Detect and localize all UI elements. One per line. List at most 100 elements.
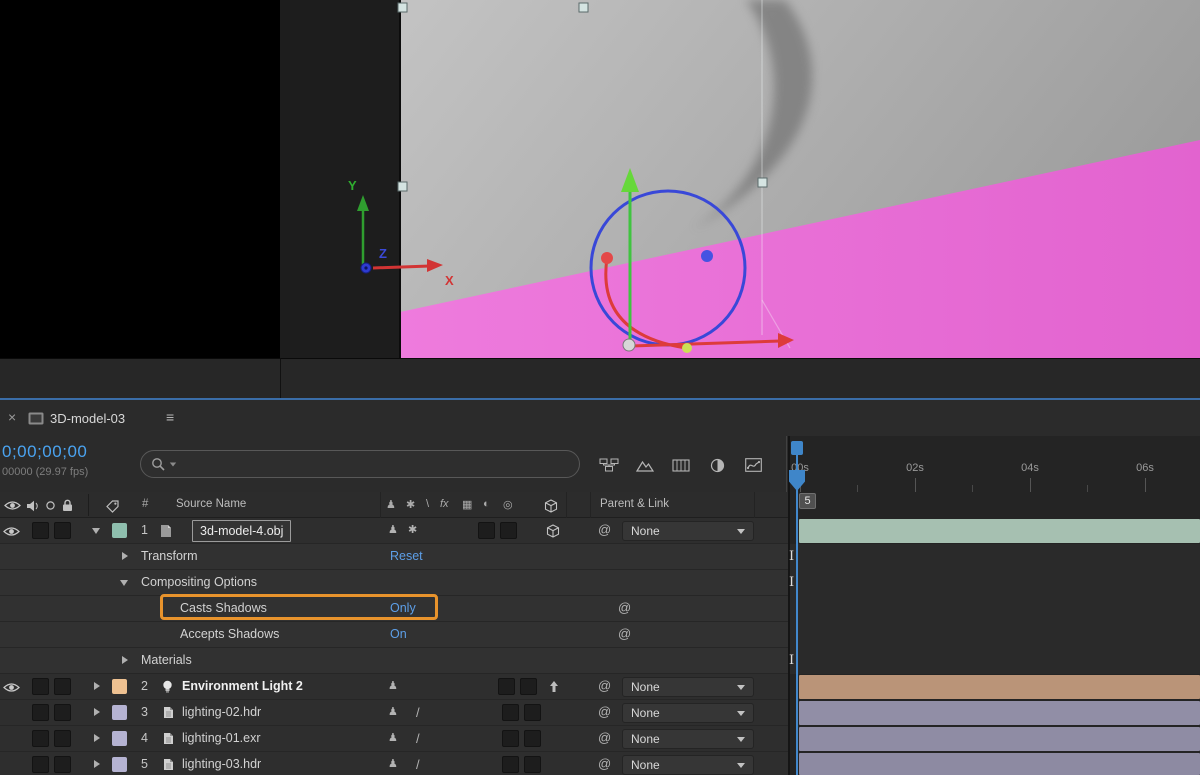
- switch-slot[interactable]: [524, 756, 541, 773]
- column-source-name[interactable]: Source Name: [176, 498, 246, 510]
- parent-dropdown[interactable]: None: [622, 755, 754, 775]
- comp-marker[interactable]: 5: [799, 493, 816, 509]
- collapse-toggle-icon[interactable]: ✱: [408, 523, 417, 536]
- quality-toggle-icon[interactable]: /: [416, 757, 420, 772]
- pick-whip-icon[interactable]: @: [598, 678, 611, 693]
- playhead-line[interactable]: [796, 441, 798, 775]
- composition-viewport[interactable]: Y Z X: [280, 0, 1200, 358]
- frame-blend-icon[interactable]: [668, 452, 694, 478]
- pick-whip-icon[interactable]: @: [618, 600, 631, 615]
- audio-toggle[interactable]: [32, 522, 49, 539]
- label-color-swatch[interactable]: [112, 705, 127, 720]
- pick-whip-icon[interactable]: @: [598, 730, 611, 745]
- playhead-top-handle[interactable]: [791, 441, 803, 455]
- cube-3d-icon[interactable]: [546, 524, 560, 538]
- comp-mini-flowchart-icon[interactable]: [596, 452, 622, 478]
- chevron-right-icon[interactable]: [122, 552, 128, 560]
- chevron-right-icon[interactable]: [94, 708, 100, 716]
- layer-name[interactable]: lighting-03.hdr: [182, 757, 261, 771]
- lock-toggle[interactable]: [54, 704, 71, 721]
- pick-whip-icon[interactable]: @: [598, 756, 611, 771]
- layer-name[interactable]: Environment Light 2: [182, 679, 303, 693]
- pick-whip-icon[interactable]: @: [618, 626, 631, 641]
- audio-toggle[interactable]: [32, 678, 49, 695]
- label-color-swatch[interactable]: [112, 523, 127, 538]
- motion-blur-icon[interactable]: [704, 452, 730, 478]
- table-row[interactable]: 2 Environment Light 2 ♟ @ None: [0, 674, 788, 700]
- property-row[interactable]: Casts Shadows Only @: [0, 596, 788, 622]
- property-row[interactable]: Accepts Shadows On @: [0, 622, 788, 648]
- quality-toggle-icon[interactable]: /: [416, 731, 420, 746]
- adjustment-column-icon[interactable]: ◎: [503, 498, 513, 511]
- label-color-swatch[interactable]: [112, 731, 127, 746]
- label-color-swatch[interactable]: [112, 679, 127, 694]
- shy-toggle-icon[interactable]: ♟: [388, 679, 398, 692]
- eye-icon[interactable]: [3, 526, 20, 537]
- tab-composition[interactable]: 3D-model-03: [50, 411, 125, 426]
- parent-dropdown[interactable]: None: [622, 521, 754, 541]
- layer-duration-bar[interactable]: [799, 753, 1200, 775]
- property-row[interactable]: Transform Reset: [0, 544, 788, 570]
- switch-slot[interactable]: [520, 678, 537, 695]
- parent-dropdown[interactable]: None: [622, 703, 754, 723]
- search-input[interactable]: [181, 456, 569, 472]
- chevron-down-icon[interactable]: [120, 580, 128, 586]
- shy-toggle-icon[interactable]: ♟: [388, 731, 398, 744]
- chevron-right-icon[interactable]: [94, 682, 100, 690]
- table-row[interactable]: 4 lighting-01.exr ♟ / @ None: [0, 726, 788, 752]
- switch-slot[interactable]: [478, 522, 495, 539]
- close-icon[interactable]: ×: [8, 409, 16, 425]
- layer-duration-bar[interactable]: [799, 727, 1200, 751]
- chevron-right-icon[interactable]: [94, 760, 100, 768]
- switch-slot[interactable]: [498, 678, 515, 695]
- switch-slot[interactable]: [500, 522, 517, 539]
- property-row[interactable]: Materials: [0, 648, 788, 674]
- frame-blend-column-icon[interactable]: ▦: [462, 498, 472, 511]
- eye-icon[interactable]: [3, 682, 20, 693]
- chevron-right-icon[interactable]: [94, 734, 100, 742]
- parent-dropdown[interactable]: None: [622, 677, 754, 697]
- switch-slot[interactable]: [502, 756, 519, 773]
- search-box[interactable]: [140, 450, 580, 478]
- column-number[interactable]: #: [142, 498, 148, 510]
- shy-toggle-icon[interactable]: ♟: [388, 705, 398, 718]
- shy-toggle-icon[interactable]: ♟: [388, 757, 398, 770]
- lock-toggle[interactable]: [54, 678, 71, 695]
- accepts-shadows-value[interactable]: On: [390, 627, 407, 641]
- audio-toggle[interactable]: [32, 704, 49, 721]
- switch-slot[interactable]: [524, 704, 541, 721]
- casts-shadows-value[interactable]: Only: [390, 601, 416, 615]
- label-color-swatch[interactable]: [112, 757, 127, 772]
- current-time-display[interactable]: 0;00;00;00: [2, 442, 87, 462]
- cube-3d-column-icon[interactable]: [544, 499, 558, 513]
- pick-whip-icon[interactable]: @: [598, 522, 611, 537]
- switch-slot[interactable]: [502, 730, 519, 747]
- chevron-down-icon[interactable]: [92, 528, 100, 534]
- table-row[interactable]: 5 lighting-03.hdr ♟ / @ None: [0, 752, 788, 775]
- pick-whip-icon[interactable]: @: [598, 704, 611, 719]
- column-parent-link[interactable]: Parent & Link: [600, 498, 669, 510]
- layer-name[interactable]: 3d-model-4.obj: [192, 520, 291, 542]
- lock-toggle[interactable]: [54, 522, 71, 539]
- switch-slot[interactable]: [502, 704, 519, 721]
- chevron-right-icon[interactable]: [122, 656, 128, 664]
- layer-duration-bar[interactable]: [799, 675, 1200, 699]
- shy-toggle-icon[interactable]: ♟: [388, 523, 398, 536]
- layer-duration-bar[interactable]: [799, 519, 1200, 543]
- draft-3d-icon[interactable]: [632, 452, 658, 478]
- shy-column-icon[interactable]: ♟: [386, 498, 396, 511]
- quality-toggle-icon[interactable]: /: [416, 705, 420, 720]
- property-row[interactable]: Compositing Options: [0, 570, 788, 596]
- collapse-column-icon[interactable]: ✱: [406, 498, 415, 511]
- lock-toggle[interactable]: [54, 756, 71, 773]
- layer-name[interactable]: lighting-02.hdr: [182, 705, 261, 719]
- reset-link[interactable]: Reset: [390, 549, 423, 563]
- quality-column-icon[interactable]: \: [426, 498, 429, 510]
- audio-toggle[interactable]: [32, 756, 49, 773]
- lock-toggle[interactable]: [54, 730, 71, 747]
- audio-toggle[interactable]: [32, 730, 49, 747]
- up-arrow-icon[interactable]: [549, 680, 559, 693]
- motion-blur-column-icon[interactable]: ◐: [483, 498, 490, 510]
- switch-slot[interactable]: [524, 730, 541, 747]
- panel-menu-icon[interactable]: ≡: [166, 409, 174, 425]
